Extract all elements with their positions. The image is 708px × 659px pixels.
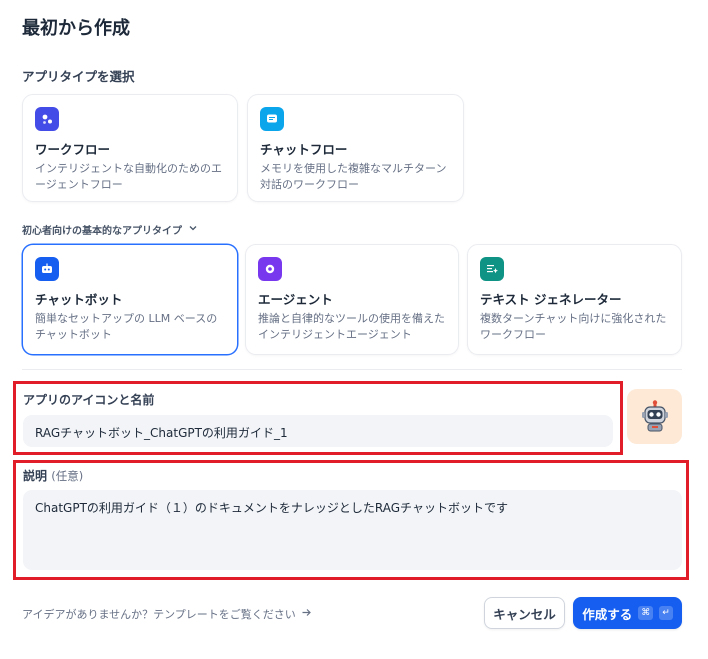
app-name-input[interactable]: RAGチャットボット_ChatGPTの利用ガイド_1 <box>23 415 613 447</box>
divider <box>22 369 682 370</box>
beginner-label: 初心者向けの基本的なアプリタイプ <box>22 226 182 237</box>
app-type-card-workflow[interactable]: ワークフロー インテリジェントな自動化のためのエージェントフロー <box>22 94 238 202</box>
description-value: ChatGPTの利用ガイド（１）のドキュメントをナレッジとしたRAGチャットボッ… <box>35 501 508 515</box>
cancel-button-label: キャンセル <box>493 606 556 622</box>
card-description: インテリジェントな自動化のためのエージェントフロー <box>35 162 222 191</box>
robot-avatar-icon <box>641 399 668 431</box>
chatflow-icon <box>260 107 284 131</box>
description-label-row: 説明 (任意) <box>23 467 83 484</box>
card-title: チャットフロー <box>260 142 348 157</box>
card-title: テキスト ジェネレーター <box>480 292 622 307</box>
create-button-label: 作成する <box>582 606 633 622</box>
template-link-text: アイデアがありませんか？テンプレートをご覧ください <box>22 608 296 621</box>
app-type-card-chatbot[interactable]: チャットボット 簡単なセットアップの LLM ベースのチャットボット <box>22 244 238 355</box>
app-name-label: アプリのアイコンと名前 <box>23 393 155 407</box>
chevron-down-icon <box>188 223 198 236</box>
app-type-card-agent[interactable]: エージェント 推論と自律的なツールの使用を備えたインテリジェントエージェント <box>245 244 459 355</box>
optional-tag: (任意) <box>51 469 84 483</box>
card-description: メモリを使用した複雑なマルチターン対話のワークフロー <box>260 162 447 191</box>
command-key-icon: ⌘ <box>638 606 654 620</box>
app-type-card-chatflow[interactable]: チャットフロー メモリを使用した複雑なマルチターン対話のワークフロー <box>247 94 464 202</box>
text-generator-icon <box>480 257 504 281</box>
card-description: 推論と自律的なツールの使用を備えたインテリジェントエージェント <box>258 312 445 341</box>
app-type-label: アプリタイプを選択 <box>22 69 135 84</box>
description-textarea[interactable]: ChatGPTの利用ガイド（１）のドキュメントをナレッジとしたRAGチャットボッ… <box>23 490 682 570</box>
beginner-app-types-toggle[interactable]: 初心者向けの基本的なアプリタイプ <box>22 222 198 237</box>
template-link[interactable]: アイデアがありませんか？テンプレートをご覧ください <box>22 606 312 622</box>
page-title: 最初から作成 <box>22 18 130 39</box>
enter-key-icon: ↵ <box>659 606 673 620</box>
cancel-button[interactable]: キャンセル <box>484 597 565 629</box>
create-button[interactable]: 作成する ⌘ ↵ <box>573 597 682 629</box>
app-name-value: RAGチャットボット_ChatGPTの利用ガイド_1 <box>35 426 288 440</box>
card-title: チャットボット <box>35 292 123 307</box>
app-icon-picker[interactable] <box>627 389 682 444</box>
arrow-right-icon <box>301 607 312 621</box>
card-title: エージェント <box>258 292 333 307</box>
card-title: ワークフロー <box>35 142 111 157</box>
card-description: 簡単なセットアップの LLM ベースのチャットボット <box>35 312 218 341</box>
description-label: 説明 <box>23 469 48 483</box>
workflow-icon <box>35 107 59 131</box>
chatbot-icon <box>35 257 59 281</box>
app-type-card-text-generator[interactable]: テキスト ジェネレーター 複数ターンチャット向けに強化されたワークフロー <box>467 244 682 355</box>
agent-icon <box>258 257 282 281</box>
card-description: 複数ターンチャット向けに強化されたワークフロー <box>480 312 667 341</box>
